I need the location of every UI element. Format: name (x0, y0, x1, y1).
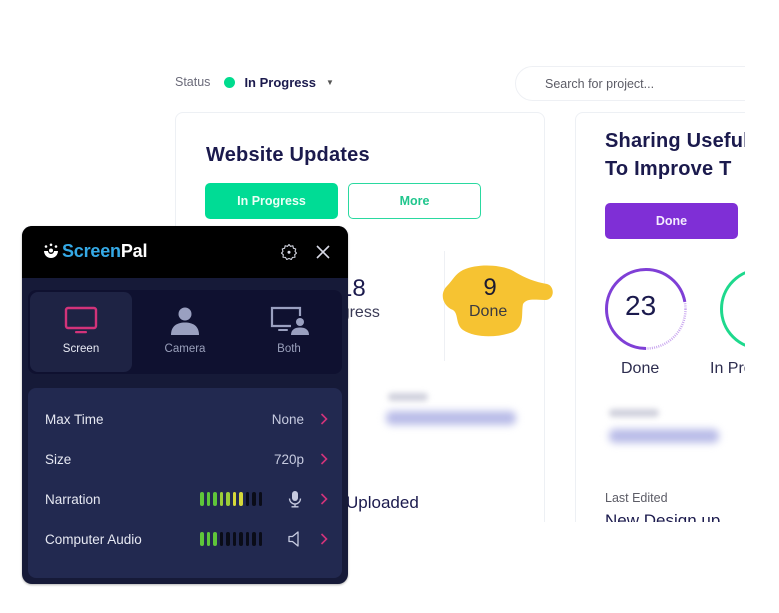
right-clip (745, 0, 779, 613)
blurred-field-value (386, 411, 516, 425)
done-ring-label: Done (621, 360, 660, 377)
chevron-right-icon[interactable] (319, 453, 329, 465)
setting-narration[interactable]: Narration (28, 479, 342, 519)
done-ring-value: 23 (625, 290, 657, 321)
brand-screen: Screen (62, 241, 121, 261)
in-progress-button[interactable]: In Progress (205, 183, 338, 219)
mode-label: Camera (164, 343, 206, 355)
meter-bar-off (252, 492, 256, 506)
done-count: 9 (483, 274, 497, 301)
meter-bar-off (245, 492, 249, 506)
mode-both-button[interactable]: Both (238, 292, 340, 372)
setting-label: Max Time (45, 411, 104, 427)
card-title-line-2: To Improve T (605, 158, 732, 180)
screenpal-logo-icon (44, 243, 58, 258)
search-input[interactable]: Search for project... (515, 66, 779, 101)
card-title: Website Updates (206, 144, 370, 166)
meter-bar-off (239, 532, 243, 546)
meter-bar-off (258, 492, 262, 506)
screenpal-logo: ScreenPal (42, 241, 147, 262)
meter-bar-off (232, 532, 236, 546)
mode-camera-button[interactable]: Camera (134, 292, 236, 372)
screenpal-brand: ScreenPal (62, 241, 147, 262)
speaker-icon[interactable] (287, 530, 303, 548)
chevron-right-icon[interactable] (319, 533, 329, 545)
screenpal-header[interactable]: ScreenPal (22, 226, 348, 278)
meter-bar-lit (200, 492, 204, 506)
status-label: Status (175, 75, 211, 89)
screenpal-panel[interactable]: ScreenPal Screen Camera Both Max Time No… (22, 226, 348, 584)
done-label: Done (469, 303, 508, 320)
card-title: Sharing Useful To Improve T (605, 127, 749, 183)
done-button[interactable]: Done (605, 203, 738, 239)
meter-bar-off (245, 532, 249, 546)
monitor-icon (64, 306, 98, 334)
mode-label: Both (277, 343, 301, 355)
brand-pal: Pal (120, 241, 148, 261)
monitor-person-icon (270, 306, 309, 335)
status-dot-icon (224, 76, 236, 88)
meter-bar-lit (206, 532, 210, 546)
highlight-marker (442, 265, 553, 337)
meter-bar-lit (226, 492, 230, 506)
chevron-right-icon[interactable] (319, 493, 329, 505)
blurred-field-value (609, 429, 719, 443)
meter-bar-lit (213, 492, 217, 506)
setting-label: Size (45, 451, 72, 467)
recording-settings: Max Time None Size 720p Narration Comput… (28, 388, 342, 578)
setting-computer-audio[interactable]: Computer Audio (28, 519, 342, 559)
setting-size[interactable]: Size 720p (28, 439, 342, 479)
setting-value: None (271, 411, 304, 427)
setting-label: Narration (45, 491, 101, 507)
close-icon[interactable] (315, 244, 331, 260)
setting-max-time[interactable]: Max Time None (28, 399, 342, 439)
chevron-right-icon[interactable] (319, 413, 329, 425)
card-title-line-1: Sharing Useful (605, 130, 749, 152)
meter-bar-off (258, 532, 262, 546)
blurred-field-label (609, 409, 659, 417)
microphone-icon[interactable] (287, 490, 303, 508)
setting-value: 720p (273, 451, 304, 467)
setting-label: Computer Audio (45, 531, 142, 547)
mode-screen-button[interactable]: Screen (30, 292, 132, 372)
meter-bar-lit (232, 492, 236, 506)
meter-bar-lit (219, 492, 223, 506)
gear-icon[interactable] (280, 243, 298, 261)
narration-level-meter (200, 492, 262, 506)
meter-bar-off (226, 532, 230, 546)
recording-mode-selector[interactable]: Screen Camera Both (28, 290, 342, 374)
caret-down-icon[interactable]: ▼ (326, 78, 334, 87)
meter-bar-lit (213, 532, 217, 546)
more-button[interactable]: More (348, 183, 481, 219)
last-edited-label: Last Edited (605, 491, 668, 505)
meter-bar-off (252, 532, 256, 546)
meter-bar-lit (200, 532, 204, 546)
person-icon (171, 307, 199, 335)
status-dropdown-value[interactable]: In Progress (244, 75, 316, 90)
meter-bar-lit (206, 492, 210, 506)
blurred-field-label (388, 393, 428, 401)
uploaded-text: Uploaded (346, 493, 419, 512)
search-placeholder: Search for project... (545, 76, 655, 91)
computer-audio-level-meter (200, 532, 262, 546)
mode-label: Screen (62, 343, 100, 355)
meter-bar-off (219, 532, 223, 546)
meter-bar-lit (239, 492, 243, 506)
status-filter[interactable]: Status In Progress ▼ (175, 72, 334, 92)
